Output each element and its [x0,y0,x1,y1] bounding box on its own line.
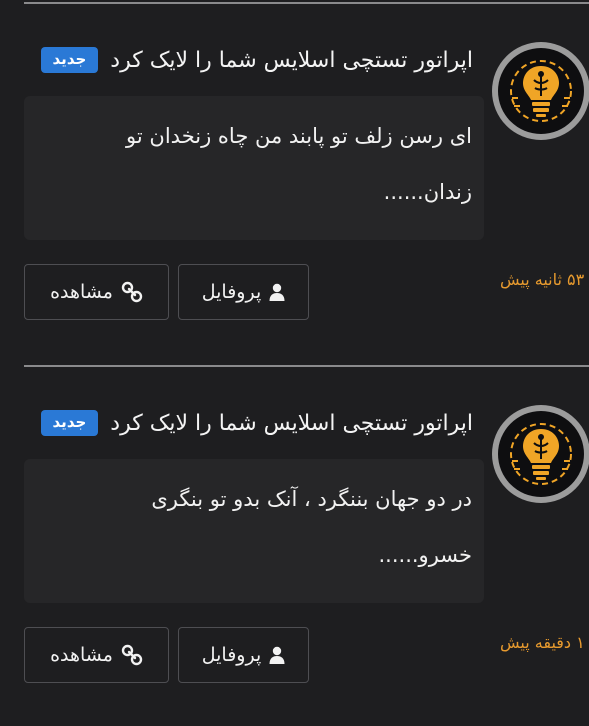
profile-button-label: پروفایل [201,281,262,303]
message-line: زندان...... [383,180,472,204]
lightbulb-brain-icon [510,60,572,122]
message-box: ای رسن زلف تو پابند من چاه زنخدان تو زند… [24,96,484,240]
timestamp: ۵۳ ثانیه پیش [500,270,585,289]
profile-button[interactable]: پروفایل [178,264,309,320]
notification-title: اپراتور تستچی اسلایس شما را لایک کرد [110,410,473,436]
view-button[interactable]: مشاهده [24,627,169,683]
message-line: ای رسن زلف تو پابند من چاه زنخدان تو [126,124,472,148]
profile-button-label: پروفایل [201,644,262,666]
link-icon [121,644,143,666]
view-button[interactable]: مشاهده [24,264,169,320]
user-icon [269,283,285,301]
new-badge: جدید [40,47,99,73]
view-button-label: مشاهده [50,281,113,303]
message-box: در دو جهان بننگرد ، آنک بدو تو بنگری خسر… [24,459,484,603]
avatar[interactable] [492,405,589,503]
notification-card: اپراتور تستچی اسلایس شما را لایک کرد جدی… [0,363,589,726]
message-line: در دو جهان بننگرد ، آنک بدو تو بنگری [151,487,472,511]
notification-card: اپراتور تستچی اسلایس شما را لایک کرد جدی… [0,0,589,363]
notification-title: اپراتور تستچی اسلایس شما را لایک کرد [110,47,473,73]
link-icon [121,281,143,303]
profile-button[interactable]: پروفایل [178,627,309,683]
timestamp: ۱ دقیقه پیش [500,633,585,652]
message-line: خسرو...... [378,543,473,567]
view-button-label: مشاهده [50,644,113,666]
lightbulb-brain-icon [510,423,572,485]
new-badge: جدید [40,410,99,436]
user-icon [269,646,285,664]
avatar[interactable] [492,42,589,140]
